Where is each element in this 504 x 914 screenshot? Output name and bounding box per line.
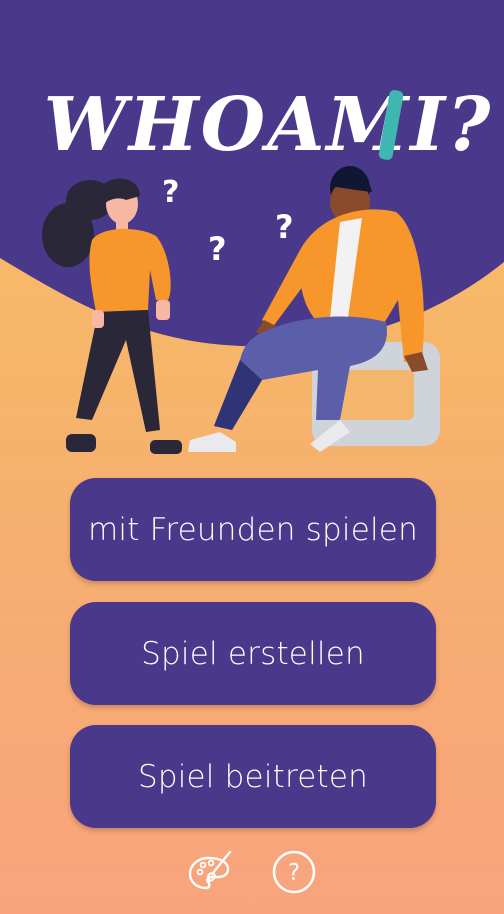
help-button[interactable]: ?: [270, 848, 318, 896]
paint-palette-icon: [188, 850, 232, 890]
create-game-button[interactable]: Spiel erstellen: [70, 602, 436, 705]
customize-button[interactable]: [186, 848, 234, 896]
app-logo-text: WHOAMI?: [44, 82, 493, 168]
home-screen: WHOAMI? ? ? ? mit Freunden spielen Spiel…: [0, 0, 504, 914]
create-game-label: Spiel erstellen: [141, 635, 365, 672]
join-game-button[interactable]: Spiel beitreten: [70, 725, 436, 828]
woman-figure: [42, 178, 182, 454]
join-game-label: Spiel beitreten: [137, 758, 369, 795]
svg-text:?: ?: [288, 860, 300, 886]
play-with-friends-button[interactable]: mit Freunden spielen: [70, 478, 436, 581]
question-mark-icon: ?: [208, 230, 227, 268]
help-icon: ?: [272, 850, 316, 894]
question-mark-icon: ?: [275, 208, 294, 246]
hero-illustration: ? ? ?: [42, 166, 440, 454]
question-mark-icon: ?: [162, 175, 179, 210]
play-with-friends-label: mit Freunden spielen: [88, 511, 418, 548]
